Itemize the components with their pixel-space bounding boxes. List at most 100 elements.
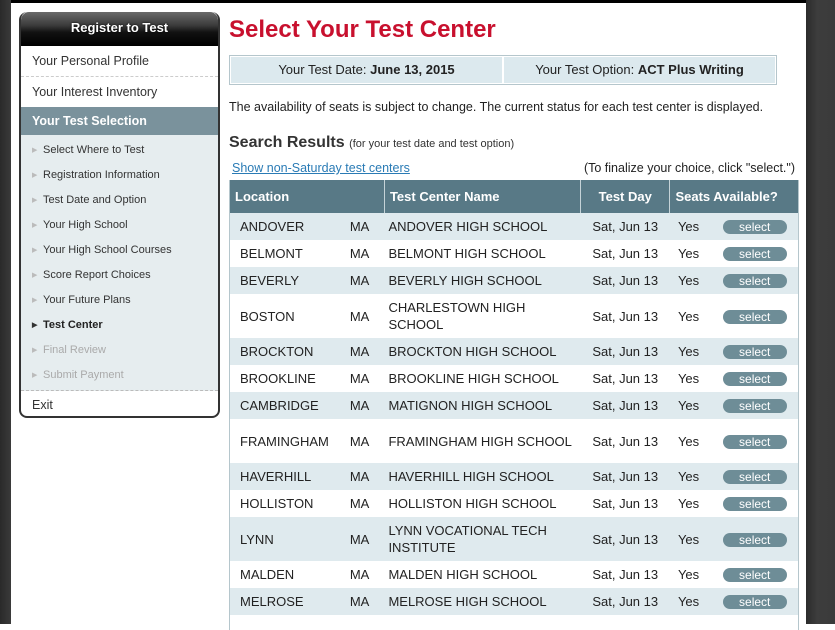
triangle-right-icon: ▶ [32, 297, 38, 304]
col-header-name[interactable]: Test Center Name [384, 180, 582, 213]
location-state: MA [349, 469, 370, 484]
test-center-name: FRAMINGHAM HIGH SCHOOL [388, 433, 572, 449]
select-button[interactable]: select [722, 595, 787, 609]
test-center-name: CHARLESTOWN HIGH SCHOOL [388, 300, 526, 332]
sidebar-subitem-registration-information[interactable]: ▶ Registration Information [21, 163, 218, 188]
select-cell: select [719, 365, 798, 392]
search-results-subtitle: (for your test date and test option) [349, 138, 515, 150]
show-non-saturday-link[interactable]: Show non-Saturday test centers [232, 161, 410, 175]
test-center-name: HOLLISTON HIGH SCHOOL [388, 496, 557, 511]
select-button[interactable]: select [722, 399, 787, 413]
test-day: Sat, Jun 13 [592, 273, 659, 288]
select-button[interactable]: select [722, 372, 787, 386]
sidebar-subitem-label: Test Center [43, 319, 103, 331]
table-row: BELMONT MA BELMONT HIGH SCHOOL Sat, Jun 13 Y… [230, 240, 798, 267]
sidebar-subitem-your-high-school[interactable]: ▶ Your High School [21, 213, 218, 238]
triangle-right-icon: ▶ [32, 272, 38, 279]
test-date-cell: Your Test Date: June 13, 2015 [231, 57, 502, 83]
select-button[interactable]: select [722, 309, 787, 324]
location-state: MA [349, 531, 370, 547]
test-date-label: Your Test Date: [278, 62, 367, 77]
test-center-name: BEVERLY HIGH SCHOOL [388, 273, 542, 288]
test-center-name: LYNN VOCATIONAL TECH INSTITUTE [388, 523, 547, 555]
select-button[interactable]: select [722, 220, 787, 234]
sidebar-subitem-final-review: ▶ Final Review [21, 338, 218, 363]
select-button[interactable]: select [722, 568, 787, 582]
triangle-right-icon: ▶ [32, 172, 38, 179]
window-left-edge [0, 0, 11, 624]
sidebar-subitem-label: Submit Payment [43, 369, 124, 381]
test-day: Sat, Jun 13 [592, 398, 659, 413]
test-center-name: MATIGNON HIGH SCHOOL [388, 398, 553, 413]
window-right-edge [806, 0, 835, 624]
search-results-heading: Search Results (for your test date and t… [229, 134, 514, 152]
location-city: HOLLISTON [240, 496, 314, 511]
location-city: CAMBRIDGE [240, 398, 319, 413]
sidebar-section-test-selection[interactable]: Your Test Selection [21, 107, 218, 135]
seats-available: Yes [677, 308, 700, 324]
triangle-right-icon: ▶ [32, 347, 38, 354]
select-button[interactable]: select [722, 470, 787, 484]
sidebar-subitem-your-future-plans[interactable]: ▶ Your Future Plans [21, 288, 218, 313]
select-cell: select [719, 294, 798, 338]
location-city: MALDEN [240, 567, 295, 582]
seats-available: Yes [677, 531, 700, 547]
sidebar-subitem-your-high-school-courses[interactable]: ▶ Your High School Courses [21, 238, 218, 263]
table-row: BROOKLINE MA BROOKLINE HIGH SCHOOL Sat, Jun… [230, 365, 798, 392]
select-cell: select [719, 561, 798, 588]
test-day: Sat, Jun 13 [592, 531, 659, 547]
col-header-seats[interactable]: Seats Available? [669, 180, 798, 213]
table-row: CAMBRIDGE MA MATIGNON HIGH SCHOOL Sat, Jun … [230, 392, 798, 419]
sidebar-subitem-label: Your High School [43, 219, 128, 231]
test-day: Sat, Jun 13 [592, 219, 659, 234]
location-city: BROOKLINE [240, 371, 316, 386]
select-cell: select [719, 392, 798, 419]
test-option-label: Your Test Option: [535, 62, 635, 77]
select-cell: select [719, 267, 798, 294]
test-day: Sat, Jun 13 [592, 246, 659, 261]
location-state: MA [349, 344, 370, 359]
sidebar-subitems: ▶ Select Where to Test ▶ Registration Infor… [21, 135, 218, 391]
sidebar-item-personal-profile[interactable]: Your Personal Profile [21, 46, 218, 77]
triangle-right-icon: ▶ [32, 322, 38, 329]
table-row: LYNN MA LYNN VOCATIONAL TECH INSTITUTE Sat,… [230, 517, 798, 561]
sidebar-subitem-test-center[interactable]: ▶ Test Center [21, 313, 218, 338]
location-city: FRAMINGHAM [240, 433, 329, 449]
test-option-value: ACT Plus Writing [637, 62, 744, 77]
triangle-right-icon: ▶ [32, 222, 38, 229]
location-city: ANDOVER [240, 219, 305, 234]
sidebar-subitem-label: Test Date and Option [43, 194, 147, 206]
seats-available: Yes [677, 246, 700, 261]
select-button[interactable]: select [722, 247, 787, 261]
test-center-name: HAVERHILL HIGH SCHOOL [388, 469, 554, 484]
select-button[interactable]: select [722, 497, 787, 511]
location-state: MA [349, 433, 370, 449]
test-day: Sat, Jun 13 [592, 344, 659, 359]
location-state: MA [349, 398, 370, 413]
select-cell: select [719, 517, 798, 561]
table-row: HOLLISTON MA HOLLISTON HIGH SCHOOL Sat, Jun… [230, 490, 798, 517]
col-header-location[interactable]: Location [230, 180, 385, 213]
page-title: Select Your Test Center [229, 16, 496, 43]
location-city: BROCKTON [240, 344, 314, 359]
select-button[interactable]: select [722, 345, 787, 359]
sidebar-subitem-submit-payment: ▶ Submit Payment [21, 363, 218, 388]
registration-sidebar: Register to Test Your Personal Profile Y… [19, 12, 220, 418]
table-row: MALDEN MA MALDEN HIGH SCHOOL Sat, Jun 13 Yes… [230, 561, 798, 588]
sidebar-item-exit[interactable]: Exit [21, 391, 218, 416]
test-option-cell: Your Test Option: ACT Plus Writing [504, 57, 775, 83]
select-button[interactable]: select [722, 532, 787, 547]
seats-available: Yes [677, 398, 700, 413]
col-header-day[interactable]: Test Day [580, 180, 671, 213]
select-button[interactable]: select [722, 434, 787, 449]
sidebar-subitem-select-where-to-test[interactable]: ▶ Select Where to Test [21, 138, 218, 163]
location-city: LYNN [240, 531, 274, 547]
test-centers-table: Location Test Center Name Test Day Seats… [230, 180, 798, 615]
select-button[interactable]: select [722, 274, 787, 288]
test-day: Sat, Jun 13 [592, 567, 659, 582]
sidebar-subitem-score-report-choices[interactable]: ▶ Score Report Choices [21, 263, 218, 288]
test-day: Sat, Jun 13 [592, 433, 659, 449]
sidebar-item-interest-inventory[interactable]: Your Interest Inventory [21, 77, 218, 107]
sidebar-subitem-test-date-and-option[interactable]: ▶ Test Date and Option [21, 188, 218, 213]
select-cell: select [719, 490, 798, 517]
